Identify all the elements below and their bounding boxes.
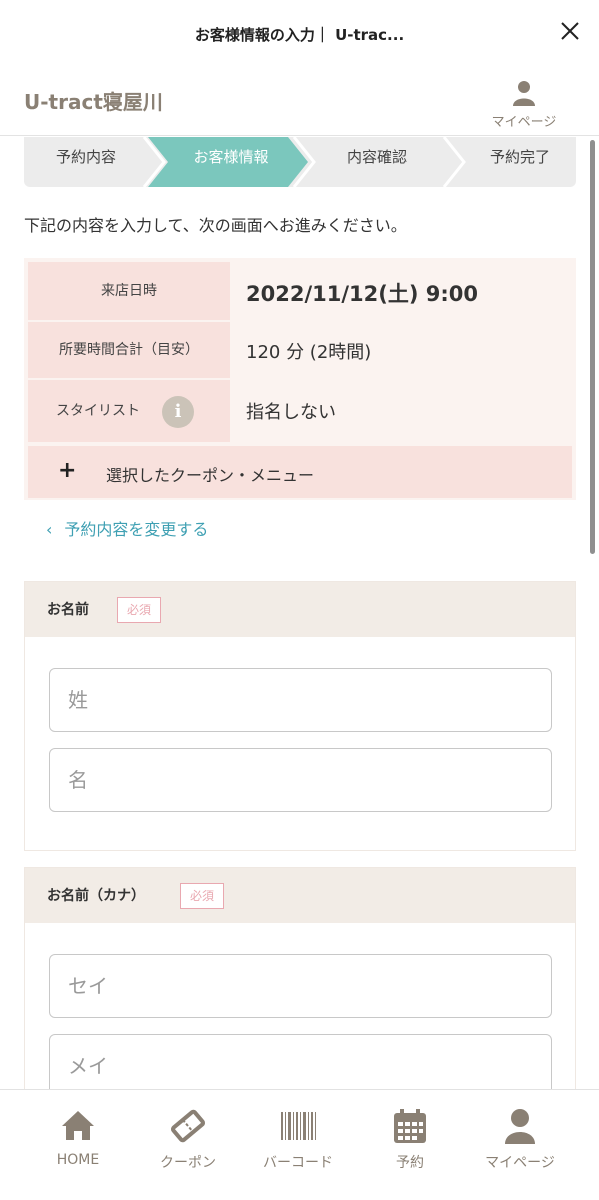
- progress-steps: 予約内容 お客様情報 内容確認 予約完了: [24, 137, 576, 187]
- name-section-title: お名前: [47, 602, 89, 618]
- person-icon: [505, 1109, 535, 1144]
- home-icon: [62, 1111, 94, 1140]
- chevron-left-icon: ‹: [46, 520, 53, 539]
- stylist-label: スタイリスト: [28, 380, 230, 442]
- visit-date-label: 来店日時: [28, 262, 230, 320]
- site-header: U-tract寝屋川 マイページ: [0, 70, 599, 136]
- last-name-kana-input[interactable]: [49, 954, 552, 1018]
- brand-logo-text[interactable]: U-tract寝屋川: [24, 86, 163, 115]
- step-customer-info: お客様情報: [193, 148, 269, 166]
- change-reservation-label: 予約内容を変更する: [64, 520, 209, 539]
- mypage-button[interactable]: マイページ: [479, 80, 569, 132]
- kana-section-header: お名前（カナ） 必須: [25, 868, 575, 923]
- first-name-input[interactable]: [49, 748, 552, 812]
- name-section: お名前 必須: [24, 581, 576, 851]
- calendar-icon: [394, 1109, 426, 1143]
- title-bar: お客様情報の入力｜ U-trac...: [0, 0, 599, 70]
- plus-icon: +: [58, 458, 77, 483]
- kana-section-title: お名前（カナ）: [47, 888, 145, 904]
- person-icon: [513, 81, 535, 106]
- coupon-menu-toggle[interactable]: + 選択したクーポン・メニュー: [28, 446, 572, 498]
- nav-barcode-label: バーコード: [263, 1155, 333, 1171]
- nav-barcode[interactable]: バーコード: [238, 1090, 358, 1200]
- barcode-icon: [281, 1112, 316, 1140]
- scrollbar[interactable]: [590, 140, 595, 554]
- info-icon[interactable]: i: [162, 396, 194, 428]
- visit-date-value: 2022/11/12(土) 9:00: [246, 282, 478, 306]
- nav-coupon[interactable]: クーポン: [128, 1090, 248, 1200]
- coupon-menu-label: 選択したクーポン・メニュー: [106, 466, 315, 485]
- change-reservation-link[interactable]: ‹ 予約内容を変更する: [46, 516, 208, 540]
- bottom-nav: HOME クーポン バーコード 予約 マイページ: [0, 1089, 599, 1200]
- nav-coupon-label: クーポン: [160, 1155, 216, 1171]
- last-name-input[interactable]: [49, 668, 552, 732]
- step-reservation: 予約内容: [55, 148, 116, 166]
- stylist-value: 指名しない: [246, 402, 336, 423]
- name-section-header: お名前 必須: [25, 582, 575, 637]
- nav-home-label: HOME: [56, 1152, 100, 1168]
- intro-text: 下記の内容を入力して、次の画面へお進みください。: [24, 216, 407, 235]
- nav-reservation-label: 予約: [396, 1155, 424, 1171]
- nav-mypage-label: マイページ: [485, 1155, 555, 1171]
- mypage-label: マイページ: [491, 115, 557, 130]
- step-complete: 予約完了: [489, 148, 550, 166]
- required-badge: 必須: [180, 883, 224, 909]
- duration-value: 120 分 (2時間): [246, 342, 372, 363]
- nav-reservation[interactable]: 予約: [350, 1090, 470, 1200]
- reservation-summary: 来店日時 2022/11/12(土) 9:00 所要時間合計（目安） 120 分…: [24, 258, 576, 500]
- kana-name-section: お名前（カナ） 必須: [24, 867, 576, 1107]
- duration-label: 所要時間合計（目安）: [28, 322, 230, 378]
- step-confirm: 内容確認: [346, 148, 407, 166]
- nav-home[interactable]: HOME: [18, 1090, 138, 1200]
- window-title: お客様情報の入力｜ U-trac...: [194, 26, 405, 44]
- nav-mypage[interactable]: マイページ: [460, 1090, 580, 1200]
- close-icon[interactable]: [559, 20, 581, 42]
- ticket-icon: [170, 1109, 206, 1143]
- required-badge: 必須: [117, 597, 161, 623]
